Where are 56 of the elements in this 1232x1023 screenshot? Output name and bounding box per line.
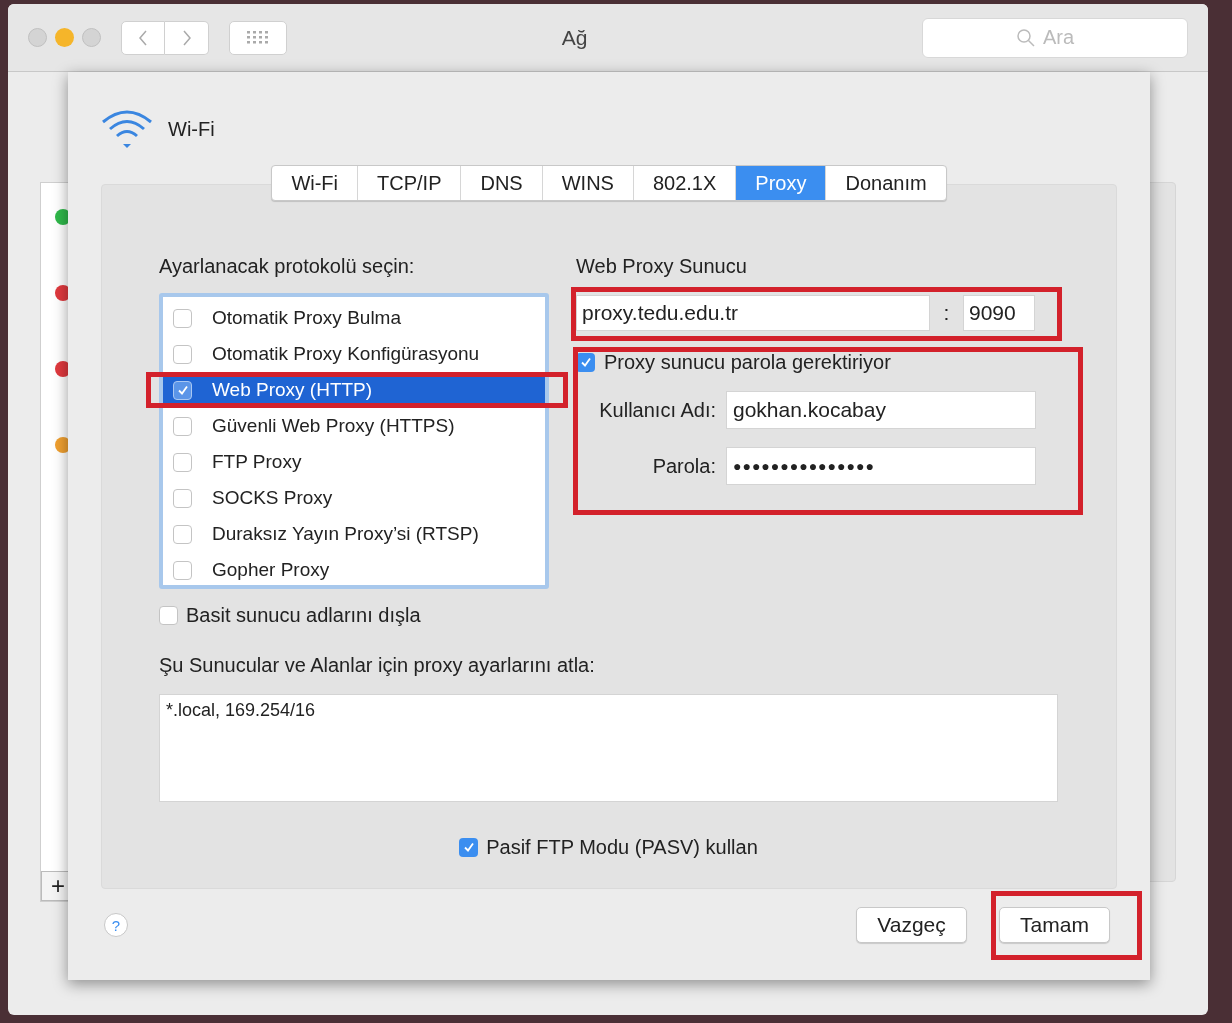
checkbox[interactable] xyxy=(173,344,192,364)
username-field[interactable]: gokhan.kocabay xyxy=(726,391,1036,429)
protocol-row[interactable]: Web Proxy (HTTP) xyxy=(163,377,545,403)
checkbox[interactable] xyxy=(173,524,192,544)
tab[interactable]: TCP/IP xyxy=(357,166,461,200)
protocol-row[interactable]: Otomatik Proxy Konfigürasyonu xyxy=(163,336,545,372)
protocol-row[interactable]: SOCKS Proxy xyxy=(163,480,545,516)
protocol-row[interactable]: Güvenli Web Proxy (HTTPS) xyxy=(163,408,545,444)
tab[interactable]: DNS xyxy=(460,166,542,200)
close-button[interactable] xyxy=(28,28,47,47)
checkbox[interactable] xyxy=(173,380,192,400)
bypass-field[interactable]: *.local, 169.254/16 xyxy=(159,694,1058,802)
wifi-icon xyxy=(100,108,154,150)
chevron-left-icon xyxy=(138,29,148,46)
grid-icon xyxy=(247,30,269,45)
window-title: Ağ xyxy=(560,24,589,51)
forward-button[interactable] xyxy=(165,20,209,55)
checkbox-label: Pasif FTP Modu (PASV) kullan xyxy=(486,835,758,860)
password-field[interactable]: ●●●●●●●●●●●●●●● xyxy=(726,447,1036,485)
tab[interactable]: Wi-Fi xyxy=(272,166,358,200)
protocol-row[interactable]: Duraksız Yayın Proxy’si (RTSP) xyxy=(163,516,545,552)
server-field[interactable]: proxy.tedu.edu.tr xyxy=(576,295,930,331)
checkmark-icon xyxy=(579,356,592,368)
section-label: Ayarlanacak protokolü seçin: xyxy=(159,254,416,279)
checkmark-icon xyxy=(462,841,475,853)
checkbox[interactable] xyxy=(459,837,479,857)
tab[interactable]: WINS xyxy=(541,166,633,200)
checkbox[interactable] xyxy=(173,560,192,580)
section-label: Şu Sunucular ve Alanlar için proxy ayarlarını atla: xyxy=(159,653,596,678)
section-label: Web Proxy Sunucu xyxy=(576,254,748,279)
protocol-row[interactable]: Otomatik Proxy Bulma xyxy=(163,300,545,336)
search-field[interactable]: Ara xyxy=(922,17,1188,58)
dialog-button[interactable]: Vazgeç xyxy=(856,907,967,943)
checkbox-label: Proxy sunucu parola gerektiriyor xyxy=(604,350,891,375)
search-icon xyxy=(1016,27,1036,48)
tab[interactable]: Donanım xyxy=(825,166,946,200)
grid-button[interactable] xyxy=(229,20,287,55)
interface-name: Wi-Fi xyxy=(168,117,215,142)
chevron-right-icon xyxy=(181,29,192,46)
dialog-button[interactable]: Tamam xyxy=(999,907,1110,943)
field-label: Parola: xyxy=(651,454,717,479)
minimize-button[interactable] xyxy=(55,28,74,47)
back-button[interactable] xyxy=(121,20,165,55)
protocol-row[interactable]: Gopher Proxy xyxy=(163,552,545,588)
port-field[interactable]: 9090 xyxy=(963,295,1035,331)
field-label: Kullanıcı Adı: xyxy=(598,398,717,423)
checkmark-icon xyxy=(176,384,189,396)
checkbox[interactable] xyxy=(173,488,192,508)
checkbox[interactable] xyxy=(173,308,192,328)
protocol-row[interactable]: FTP Proxy xyxy=(163,444,545,480)
checkbox-label: Basit sunucu adlarını dışla xyxy=(186,603,421,628)
port-separator: : xyxy=(942,300,951,327)
checkbox[interactable] xyxy=(173,452,192,472)
checkbox[interactable] xyxy=(173,416,192,436)
checkbox[interactable] xyxy=(159,605,178,625)
zoom-button[interactable] xyxy=(82,28,101,47)
